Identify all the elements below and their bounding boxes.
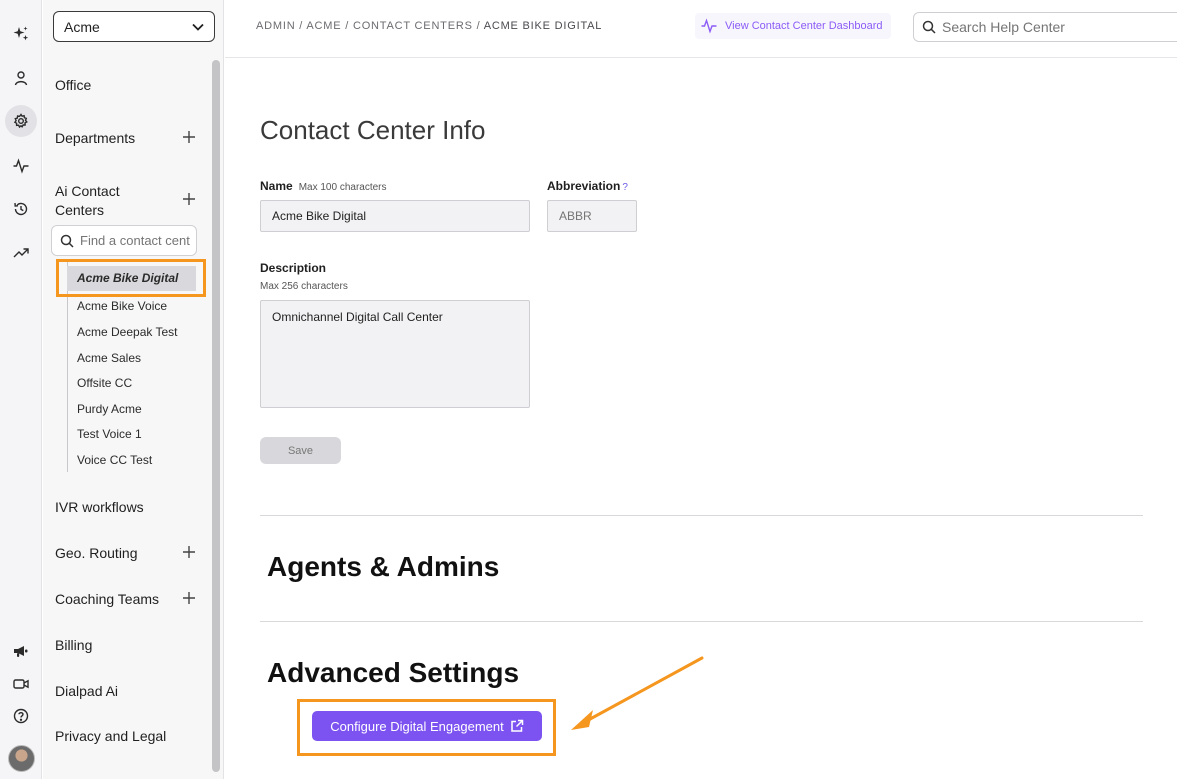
view-dashboard-label: View Contact Center Dashboard [725,20,883,32]
configure-digital-engagement-button[interactable]: Configure Digital Engagement [312,711,542,741]
sidebar-item-departments[interactable]: Departments [55,129,135,148]
contact-center-search[interactable] [51,225,197,256]
person-icon[interactable] [5,62,37,94]
description-field[interactable]: Omnichannel Digital Call Center [260,300,530,408]
description-label: Description [260,261,327,275]
sidebar-item-ai-contact-centers[interactable]: Ai Contact Centers [55,182,145,220]
description-hint: Max 256 characters [260,281,348,292]
breadcrumb: ADMIN / ACME / CONTACT CENTERS / ACME BI… [256,20,602,32]
sidebar-item-geo-routing[interactable]: Geo. Routing [55,544,138,563]
name-label: Name Max 100 characters [260,179,387,193]
search-icon [60,234,74,248]
video-icon[interactable] [5,668,37,700]
name-label-text: Name [260,179,293,193]
search-icon [922,20,936,34]
sidebar-item-privacy-legal[interactable]: Privacy and Legal [55,727,166,746]
name-hint: Max 100 characters [298,182,387,193]
breadcrumb-path[interactable]: ADMIN / ACME / CONTACT CENTERS / [256,20,484,32]
org-select-value: Acme [64,18,100,35]
help-center-search[interactable] [913,12,1177,42]
name-field[interactable] [260,200,530,232]
add-department-plus-icon[interactable] [182,130,196,144]
divider [260,515,1143,516]
user-avatar[interactable] [8,745,35,772]
contact-center-search-input[interactable] [80,233,190,248]
abbreviation-field[interactable] [547,200,637,232]
megaphone-icon[interactable] [5,635,37,667]
abbreviation-label-text: Abbreviation [547,179,621,193]
sidebar-item-ivr-workflows[interactable]: IVR workflows [55,498,144,517]
contact-center-item[interactable]: Acme Deepak Test [77,325,178,339]
contact-center-item[interactable]: Voice CC Test [77,453,152,467]
external-link-icon [510,719,523,732]
highlight-box-selected-contact-center [56,259,206,297]
history-icon[interactable] [5,193,37,225]
icon-rail [0,0,42,779]
abbreviation-help-icon[interactable]: ? [622,182,628,193]
configure-digital-engagement-label: Configure Digital Engagement [330,718,504,734]
admin-sidebar: Acme Office Departments Ai Contact Cente… [43,0,224,779]
top-bar: ADMIN / ACME / CONTACT CENTERS / ACME BI… [225,0,1177,58]
main-content: Contact Center Info Name Max 100 characte… [225,59,1177,779]
help-icon[interactable] [5,700,37,732]
save-button[interactable]: Save [260,437,341,464]
app: Acme Office Departments Ai Contact Cente… [0,0,1177,779]
help-center-search-input[interactable] [942,19,1177,35]
contact-center-item[interactable]: Test Voice 1 [77,427,142,441]
activity-icon[interactable] [5,150,37,182]
sidebar-scrollbar[interactable] [212,60,220,772]
sidebar-item-office[interactable]: Office [55,76,91,95]
contact-center-item[interactable]: Acme Sales [77,351,141,365]
activity-icon [701,18,717,34]
advanced-settings-heading: Advanced Settings [267,657,520,688]
contact-center-item[interactable]: Offsite CC [77,376,132,390]
sparkle-ai-icon[interactable] [5,18,37,50]
trending-up-icon[interactable] [5,237,37,269]
page-title: Contact Center Info [260,115,486,145]
add-contact-center-plus-icon[interactable] [182,192,196,206]
contact-center-item[interactable]: Acme Bike Voice [77,299,167,313]
contact-center-item[interactable]: Purdy Acme [77,402,142,416]
abbreviation-label: Abbreviation? [547,179,628,193]
annotation-arrow [571,656,704,730]
chevron-down-icon [192,23,204,31]
divider [260,621,1143,622]
view-dashboard-link[interactable]: View Contact Center Dashboard [695,13,891,39]
agents-admins-heading: Agents & Admins [267,551,500,582]
add-geo-routing-plus-icon[interactable] [182,545,196,559]
add-coaching-team-plus-icon[interactable] [182,591,196,605]
gear-icon[interactable] [5,105,37,137]
sidebar-item-billing[interactable]: Billing [55,636,92,655]
sidebar-item-coaching-teams[interactable]: Coaching Teams [55,590,159,609]
org-select[interactable]: Acme [53,11,215,42]
breadcrumb-current: ACME BIKE DIGITAL [483,20,603,32]
sidebar-item-dialpad-ai[interactable]: Dialpad Ai [55,682,118,701]
